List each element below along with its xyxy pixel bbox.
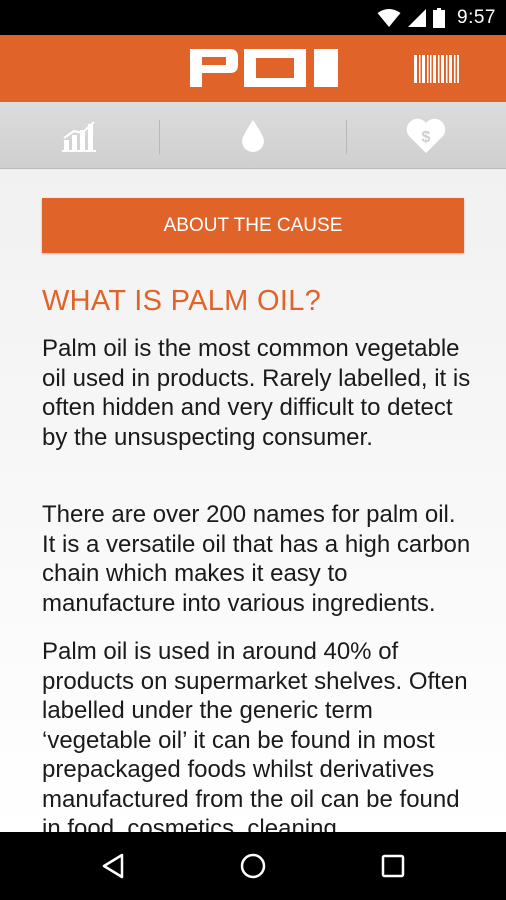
heart-dollar-icon: $ [406, 118, 446, 153]
paragraph: Palm oil is the most common vegetable oi… [42, 335, 471, 451]
about-the-cause-button[interactable]: ABOUT THE CAUSE [42, 198, 464, 253]
page-heading: WHAT IS PALM OIL? [42, 285, 322, 317]
tab-donate[interactable]: $ [346, 102, 506, 169]
back-button[interactable] [93, 846, 133, 886]
recents-icon [381, 854, 405, 878]
system-nav-bar [0, 832, 506, 900]
back-icon [102, 853, 124, 879]
paragraph: Palm oil is used in around 40% of produc… [42, 638, 468, 832]
svg-text:$: $ [422, 129, 431, 146]
cell-signal-icon [408, 8, 427, 27]
app-bar [0, 35, 506, 102]
home-button[interactable] [233, 846, 273, 886]
stats-chart-icon [62, 120, 96, 152]
battery-icon [433, 7, 446, 28]
tab-palm-oil[interactable] [160, 102, 346, 169]
tab-bar: $ [0, 102, 506, 269]
wifi-icon [377, 8, 401, 27]
paragraph: There are over 200 names for palm oil. I… [42, 501, 471, 617]
status-time: 9:57 [457, 6, 496, 28]
tab-stats[interactable] [0, 102, 160, 169]
status-icons: 9:57 [377, 0, 496, 35]
barcode-icon[interactable] [412, 55, 460, 83]
poi-logo [190, 49, 338, 87]
status-bar: 9:57 [0, 0, 506, 35]
content-scroll[interactable]: ABOUT THE CAUSE WHAT IS PALM OIL? Palm o… [0, 170, 506, 832]
home-icon [240, 853, 266, 879]
drop-icon [242, 119, 264, 152]
recents-button[interactable] [373, 846, 413, 886]
